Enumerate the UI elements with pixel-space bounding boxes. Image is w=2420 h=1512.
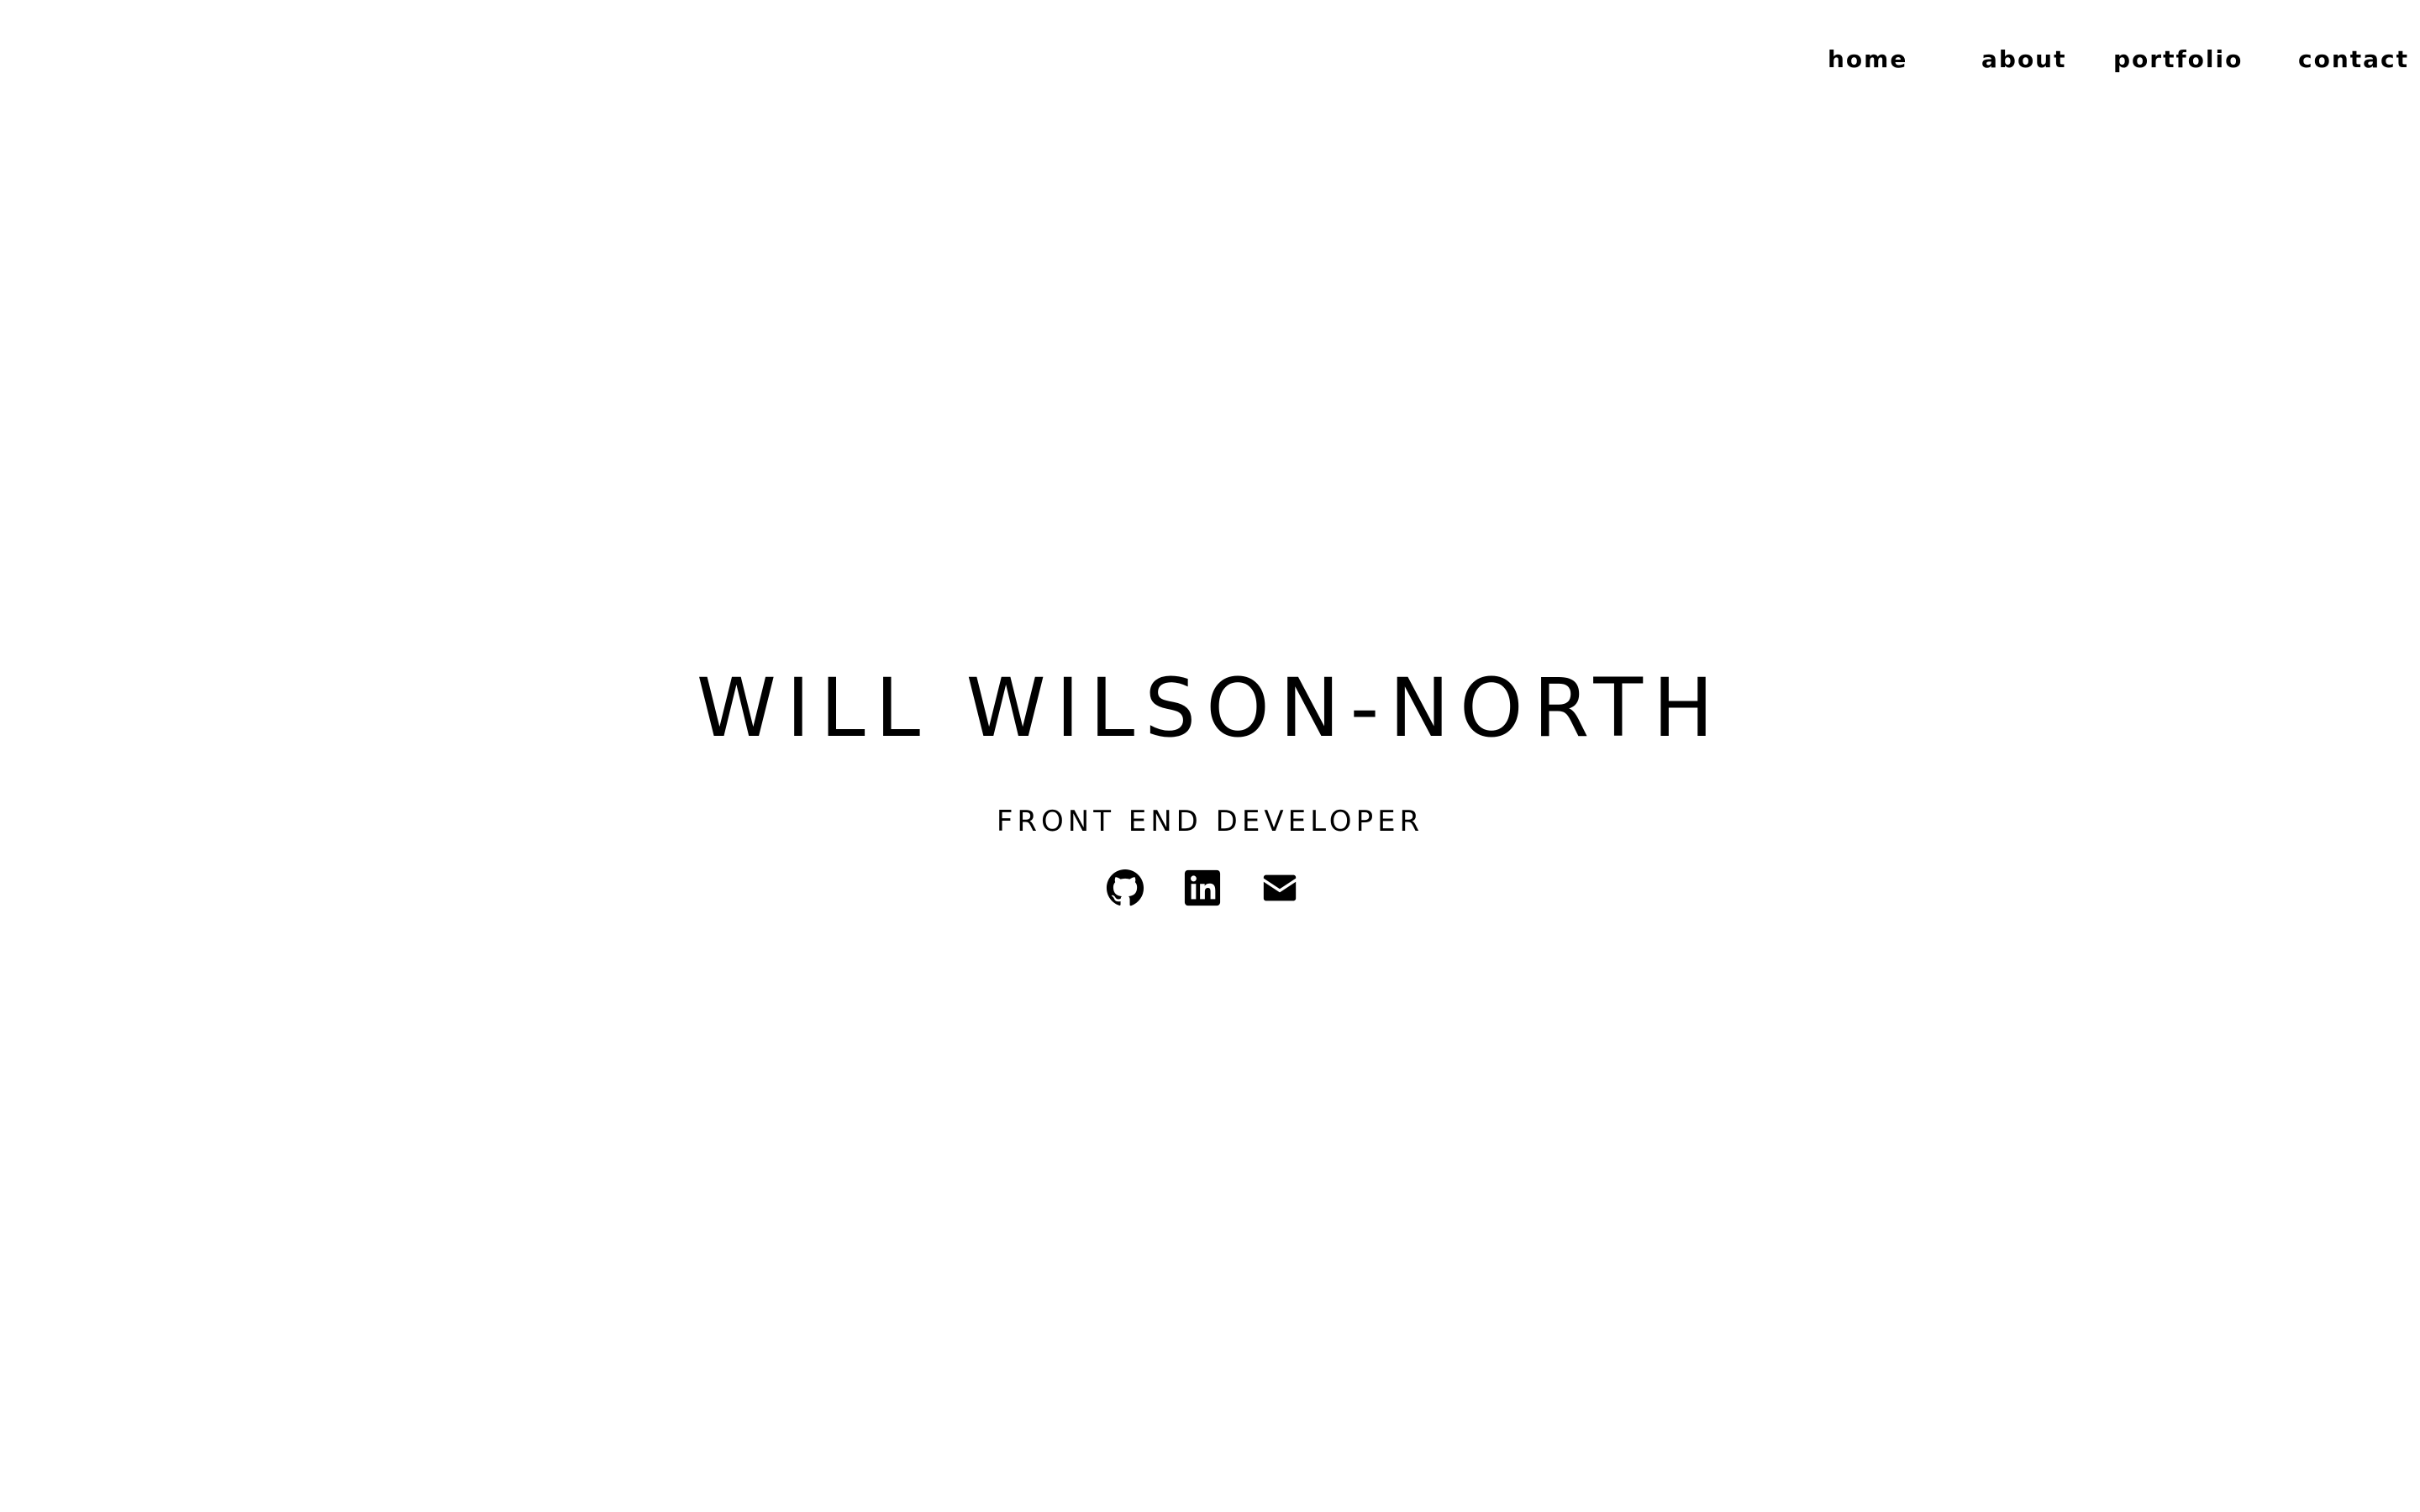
social-links <box>1106 869 1299 907</box>
linkedin-link[interactable] <box>1183 869 1222 907</box>
hero-role: FRONT END DEVELOPER <box>996 805 1424 838</box>
github-link[interactable] <box>1106 869 1144 907</box>
page: home about portfolio contact WILL WILSON… <box>0 0 2420 1512</box>
email-icon <box>1263 874 1297 901</box>
hero-name: WILL WILSON-NORTH <box>696 661 1724 755</box>
linkedin-icon <box>1184 869 1221 906</box>
hero-section: WILL WILSON-NORTH FRONT END DEVELOPER <box>0 0 2420 1512</box>
email-link[interactable] <box>1260 869 1299 907</box>
github-icon <box>1106 869 1144 906</box>
